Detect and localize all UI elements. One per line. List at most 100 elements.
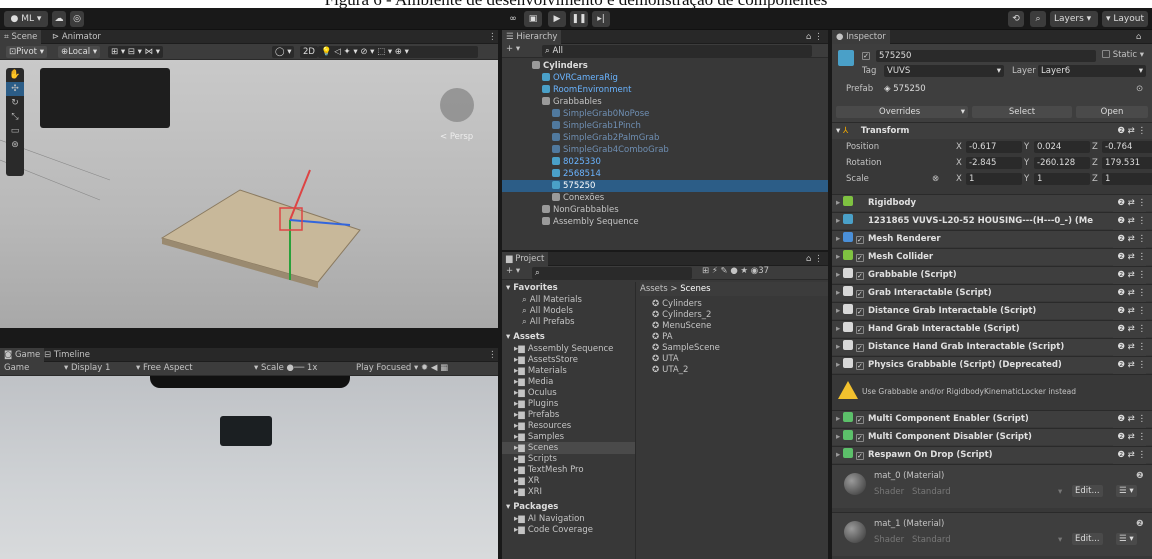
expand-arrow-icon[interactable]: ▸ (836, 414, 843, 424)
component-menu-icons[interactable]: ❷ ⇄ ⋮ (1113, 213, 1146, 230)
expand-arrow-icon[interactable]: ▸ (836, 270, 843, 280)
layout-grid-icon[interactable]: ▣ (524, 11, 542, 27)
component-header[interactable]: ▸ 1231865 VUVS-L20-52 HOUSING---(H---0_-… (832, 212, 1152, 230)
hierarchy-item[interactable]: Conexões (502, 192, 828, 204)
step-button[interactable]: ▸| (592, 11, 610, 27)
tag-dropdown[interactable]: VUVS ▾ (884, 65, 1004, 77)
shader-dropdown[interactable]: Standard (912, 535, 951, 545)
lock-icon[interactable]: ⌂ ⋮ (802, 30, 827, 44)
pivot-toggle[interactable]: ⊡Pivot ▾ (6, 46, 47, 58)
open-button[interactable]: Open (1076, 106, 1148, 118)
component-header[interactable]: ▸ ✓ Physics Grabbable (Script) (Deprecate… (832, 356, 1152, 374)
expand-arrow-icon[interactable]: ▸ (836, 450, 843, 460)
hierarchy-item[interactable]: 575250 (502, 180, 828, 192)
view-tool-icon[interactable]: ✋ (6, 68, 24, 82)
tab-inspector[interactable]: ● Inspector (832, 30, 890, 44)
component-header[interactable]: ▸ ✓ Hand Grab Interactable (Script) ❷ ⇄ ⋮ (832, 320, 1152, 338)
move-tool-icon[interactable]: ✣ (6, 82, 24, 96)
hierarchy-item[interactable]: SimpleGrab1Pinch (502, 120, 828, 132)
scene-viewport[interactable]: < Persp ✋ ✣ ↻ ⤡ ▭ ⊛ ⊘ ▾ (0, 60, 498, 328)
local-toggle[interactable]: ⊕Local ▾ (58, 46, 101, 58)
more-icon[interactable]: ⋮ (484, 30, 498, 44)
prefab-target-icon[interactable]: ⊙ (1136, 84, 1143, 94)
component-header[interactable]: ▸ Rigidbody ❷ ⇄ ⋮ (832, 194, 1152, 212)
scene-file[interactable]: ✪ UTA_2 (652, 364, 828, 376)
draw-mode-icon[interactable]: ◯ ▾ (272, 46, 295, 58)
expand-arrow-icon[interactable]: ▸ (836, 252, 843, 262)
project-filter-icons[interactable]: ⊞ ⚡ ✎ ● ★ ◉37 (702, 266, 769, 276)
folder-item[interactable]: ⌕ All Prefabs (502, 316, 635, 328)
breadcrumb-scenes[interactable]: Scenes (680, 284, 710, 294)
shader-dropdown-arrow[interactable]: ▾ (1058, 487, 1062, 497)
tab-animator[interactable]: ⊳ Animator (48, 30, 105, 44)
component-enabled-checkbox[interactable]: ✓ (855, 344, 864, 352)
transform-scale-y[interactable]: 1 (1034, 173, 1090, 185)
create-button[interactable]: + ▾ (506, 266, 520, 276)
component-menu-icons[interactable]: ❷ ⇄ ⋮ (1113, 285, 1146, 302)
add-button[interactable]: + ▾ (506, 44, 520, 54)
component-header[interactable]: ▸ ✓ Grab Interactable (Script) ❷ ⇄ ⋮ (832, 284, 1152, 302)
component-menu-icons[interactable]: ❷ ⇄ ⋮ (1113, 357, 1146, 374)
edit-shader-button[interactable]: Edit... (1072, 533, 1103, 545)
scene-gizmo[interactable] (440, 88, 474, 122)
tab-project[interactable]: ▆ Project (502, 252, 549, 266)
hierarchy-item[interactable]: Assembly Sequence (502, 216, 828, 228)
component-enabled-checkbox[interactable]: ✓ (855, 254, 864, 262)
history-icon[interactable]: ⟲ (1008, 11, 1024, 27)
shader-dropdown-arrow[interactable]: ▾ (1058, 535, 1062, 545)
edit-shader-button[interactable]: Edit... (1072, 485, 1103, 497)
component-header[interactable]: ▸ ✓ Multi Component Enabler (Script) ❷ ⇄ ⋮ (832, 410, 1152, 428)
component-menu-icons[interactable]: ❷ ⇄ ⋮ (1113, 303, 1146, 320)
component-enabled-checkbox[interactable]: ✓ (855, 290, 864, 298)
project-search-input[interactable]: ⌕ (532, 267, 692, 279)
tab-hierarchy[interactable]: ☰ Hierarchy (502, 30, 562, 44)
component-enabled-checkbox[interactable]: ✓ (855, 434, 864, 442)
component-menu-icons[interactable]: ❷ ⇄ ⋮ (1113, 249, 1146, 266)
tab-timeline[interactable]: ⊟ Timeline (40, 348, 94, 362)
hierarchy-item[interactable]: Cylinders (502, 60, 828, 72)
expand-arrow-icon[interactable]: ▸ (836, 198, 843, 208)
component-enabled-checkbox[interactable]: ✓ (855, 236, 864, 244)
hierarchy-item[interactable]: SimpleGrab2PalmGrab (502, 132, 828, 144)
hierarchy-item[interactable]: 8025330 (502, 156, 828, 168)
transform-scale-x[interactable]: 1 (966, 173, 1022, 185)
account-button[interactable]: ● ML ▾ (4, 11, 48, 27)
component-enabled-checkbox[interactable]: ✓ (855, 308, 864, 316)
select-button[interactable]: Select (972, 106, 1072, 118)
object-name-field[interactable]: 575250 (876, 50, 1096, 62)
layer-dropdown[interactable]: Layer6 ▾ (1038, 65, 1146, 77)
component-menu-icons[interactable]: ❷ ⇄ ⋮ (1113, 411, 1146, 428)
component-menu-icons[interactable]: ❷ ⇄ ⋮ (1113, 429, 1146, 446)
help-icon[interactable]: ❷ (1136, 519, 1144, 529)
expand-arrow-icon[interactable]: ▸ (836, 216, 843, 226)
component-header[interactable]: ▸ ✓ Distance Grab Interactable (Script) ❷ … (832, 302, 1152, 320)
component-menu-icons[interactable]: ❷ ⇄ ⋮ (1113, 447, 1146, 464)
collab-icon[interactable]: ◎ (70, 11, 84, 27)
scene-view-options[interactable]: 💡 ◁ ✦ ▾ ⊘ ▾ ⬚ ▾ ⊕ ▾ (318, 46, 478, 58)
component-header[interactable]: ▸ ✓ Respawn On Drop (Script) ❷ ⇄ ⋮ (832, 446, 1152, 464)
transform-tool-icon[interactable]: ⊛ (6, 138, 24, 152)
scale-slider[interactable]: ▾ Scale ●── 1x (254, 363, 317, 373)
expand-arrow-icon[interactable]: ▸ (836, 234, 843, 244)
transform-position-x[interactable]: -0.617 (966, 141, 1022, 153)
tab-scene[interactable]: ⌗ Scene (0, 30, 42, 44)
hierarchy-item[interactable]: SimpleGrab4ComboGrab (502, 144, 828, 156)
expand-arrow-icon[interactable]: ▸ (836, 360, 843, 370)
component-enabled-checkbox[interactable]: ✓ (855, 272, 864, 280)
list-options-button[interactable]: ☰ ▾ (1116, 485, 1137, 497)
folder-section-packages[interactable]: ▾ Packages (502, 501, 635, 513)
search-icon[interactable]: ⌕ (1030, 11, 1046, 27)
component-enabled-checkbox[interactable]: ✓ (855, 452, 864, 460)
component-menu-icons[interactable]: ❷ ⇄ ⋮ (1113, 339, 1146, 356)
play-button[interactable]: ▶ (548, 11, 566, 27)
tab-game[interactable]: ◙ Game (0, 348, 45, 362)
help-icon[interactable]: ❷ (1136, 471, 1144, 481)
persp-label[interactable]: < Persp (440, 132, 473, 142)
component-enabled-checkbox[interactable]: ✓ (855, 362, 864, 370)
rect-tool-icon[interactable]: ▭ (6, 124, 24, 138)
component-menu-icons[interactable]: ❷ ⇄ ⋮ (1113, 267, 1146, 284)
constrain-scale-icon[interactable]: ⊗ (932, 174, 939, 184)
link-icon[interactable]: ∞ (506, 11, 520, 27)
prefab-field[interactable]: ◈ 575250 (884, 84, 926, 94)
2d-toggle[interactable]: 2D (300, 46, 318, 58)
